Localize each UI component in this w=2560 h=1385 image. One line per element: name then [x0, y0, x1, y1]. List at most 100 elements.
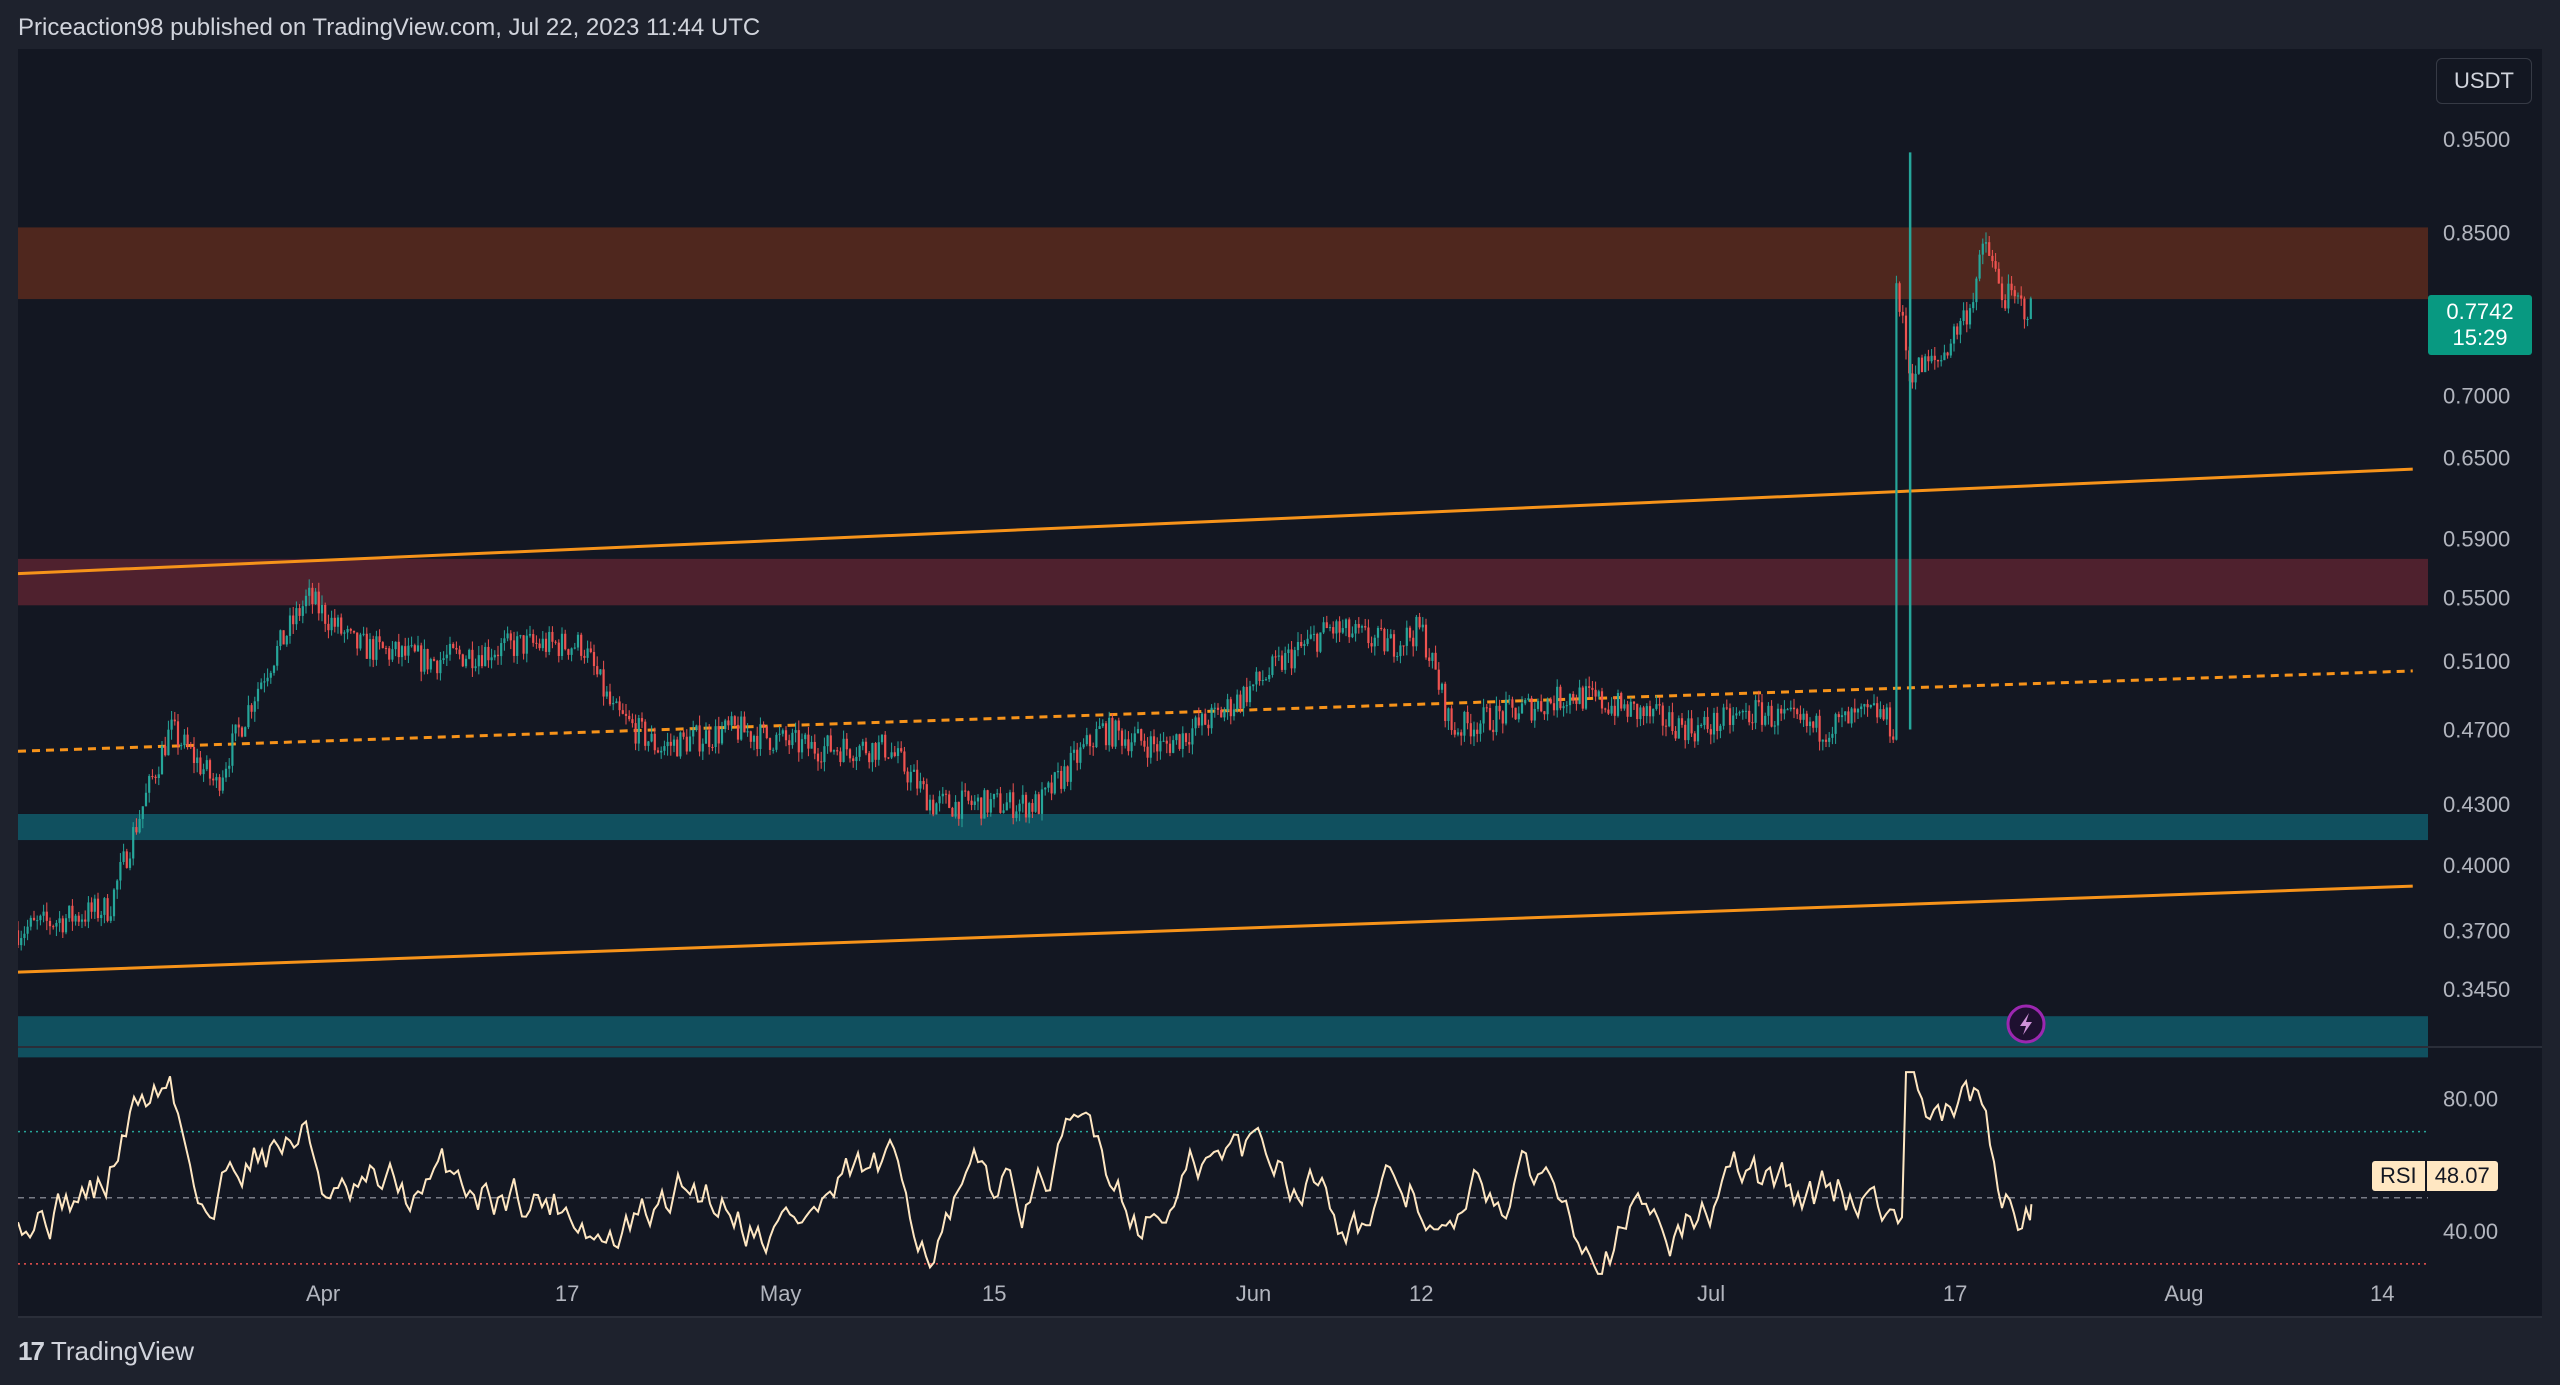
candle-body [1610, 705, 1613, 714]
candle-body [1536, 701, 1540, 709]
candle-body [1165, 740, 1168, 744]
candle-body [1146, 746, 1149, 758]
candle-body [2000, 283, 2004, 301]
candle-body [461, 654, 464, 667]
candle-body [1588, 686, 1591, 688]
candle-body [1204, 713, 1207, 725]
price-chart[interactable]: 0.9500 0.8500 0.7000 0.6500 0.5900 0.5500 0.51… [18, 49, 2542, 1318]
candle-body [1696, 725, 1700, 742]
candle-body [1223, 710, 1226, 718]
candle-body [1744, 710, 1748, 712]
candle-body [1962, 310, 1965, 321]
candle-body [1850, 708, 1853, 724]
candle-body [1316, 633, 1319, 652]
candle-body [660, 750, 663, 753]
candle-body [1226, 699, 1229, 711]
candle-body [1501, 711, 1504, 724]
candle-body [1440, 683, 1444, 690]
candle-body [279, 630, 282, 646]
candle-body [1325, 622, 1328, 629]
time-tick-label: Jul [1697, 1281, 1725, 1306]
candle-body [794, 730, 797, 733]
candle-body [602, 669, 605, 697]
candle-body [1015, 811, 1018, 818]
candle-body [1124, 739, 1127, 746]
candle-body [1575, 700, 1578, 704]
candle-body [1044, 787, 1047, 790]
candle-body [218, 777, 221, 791]
candle-body [1274, 656, 1277, 658]
candle-body [1652, 708, 1655, 717]
candle-body [1447, 708, 1450, 721]
candle-body [890, 752, 893, 758]
candle-body [1725, 707, 1728, 709]
candle-body [1277, 655, 1280, 657]
candle-body [624, 713, 628, 716]
candle-body [1824, 739, 1828, 742]
candle-body [420, 645, 423, 672]
candle-body [1431, 652, 1434, 661]
candle-body [1373, 637, 1376, 647]
candle-body [615, 701, 618, 704]
candle-body [1604, 708, 1607, 710]
candle-body [464, 658, 468, 667]
candle-body [74, 915, 77, 922]
candle-body [151, 776, 154, 778]
candle-body [756, 735, 759, 749]
candle-body [1703, 716, 1706, 726]
candle-body [93, 898, 96, 912]
candle-body [1520, 703, 1524, 714]
candle-body [1594, 689, 1597, 697]
candle-body [157, 774, 160, 779]
candle-body [346, 629, 349, 633]
candle-body [928, 799, 932, 811]
candle-body [234, 724, 237, 734]
candle-body [1597, 691, 1600, 697]
candle-body [55, 922, 58, 927]
candle-body [592, 652, 596, 667]
candle-body [1364, 626, 1367, 628]
candle-body [1760, 702, 1764, 725]
chart-panel[interactable]: 0.9500 0.8500 0.7000 0.6500 0.5900 0.5500 0.51… [18, 49, 2542, 1318]
candle-body [679, 732, 682, 757]
candle-body [304, 595, 308, 607]
candle-body [1949, 343, 1952, 356]
candle-body [1242, 686, 1245, 709]
candle-body [1133, 733, 1136, 743]
candle-body [1680, 718, 1684, 725]
candle-body [1616, 693, 1620, 716]
candle-body [1453, 730, 1456, 735]
candle-body [266, 677, 269, 682]
candle-body [957, 801, 960, 819]
candle-body [1559, 686, 1562, 709]
candle-body [880, 734, 884, 743]
price-tick-label: 0.4300 [2443, 792, 2510, 817]
candle-body [871, 743, 874, 763]
candle-body [362, 633, 365, 635]
candle-body [1284, 653, 1287, 670]
candle-body [458, 649, 461, 655]
candle-body [1469, 723, 1472, 737]
candle-body [1357, 624, 1360, 628]
candle-body [1562, 706, 1565, 709]
candle-body [1828, 737, 1831, 742]
tradingview-branding[interactable]: 17 TradingView [18, 1336, 194, 1367]
candle-body [1197, 717, 1200, 726]
candle-body [432, 659, 436, 661]
candle-body [1796, 709, 1799, 715]
candle-body [202, 769, 205, 775]
candle-body [269, 672, 272, 678]
candle-body [359, 634, 362, 649]
candle-body [301, 606, 304, 616]
candle-body [2013, 290, 2016, 297]
candle-body [1524, 700, 1527, 704]
candle-body [730, 716, 733, 726]
price-tick-label: 0.3450 [2443, 977, 2510, 1002]
candle-body [455, 647, 458, 650]
candle-body [1031, 803, 1034, 812]
candle-body [1194, 717, 1197, 729]
zone-supply-1 [18, 558, 2428, 606]
candle-body [752, 735, 756, 742]
candle-body [1648, 706, 1652, 717]
currency-button[interactable]: USDT [2436, 58, 2532, 104]
